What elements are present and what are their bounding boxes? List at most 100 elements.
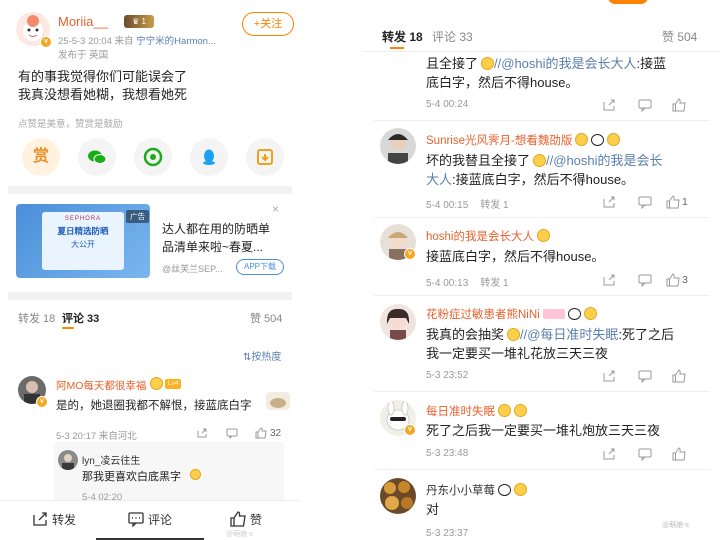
- reward-button[interactable]: 赏: [22, 138, 60, 176]
- wechat-share-icon[interactable]: [78, 138, 116, 176]
- commenter-name[interactable]: 阿MO每天都很幸福: [56, 378, 146, 393]
- section-divider: [8, 292, 292, 300]
- like-count: 32: [270, 428, 282, 439]
- reply-name[interactable]: lyn_凌云往生: [82, 452, 140, 467]
- emoji-icon: [498, 404, 511, 417]
- verified-badge-icon: v: [40, 36, 52, 48]
- like-icon[interactable]: [666, 195, 680, 209]
- sort-button[interactable]: ⇅按热度: [243, 348, 281, 363]
- emoji-icon: [537, 229, 550, 242]
- repost-text-line-1: 我真的会抽奖 //@每日准时失眠:死了之后: [426, 325, 674, 344]
- repost-count[interactable]: 转发 1: [480, 278, 508, 289]
- ad-image-title: 夏日精选防晒: [57, 226, 109, 236]
- published-from: 发布于 英国: [58, 50, 109, 61]
- reposter-name[interactable]: Sunrise光风霁月-想看魏劭版: [426, 132, 621, 148]
- share-icon[interactable]: [602, 98, 616, 112]
- repost-text-line-2: 我一定要买一堆礼花放三天三夜: [426, 346, 609, 361]
- emoji-icon: [533, 154, 547, 167]
- mention-link[interactable]: //@每日准时失眠: [520, 327, 618, 342]
- tab-like[interactable]: 赞 504: [250, 310, 282, 326]
- reposter-name[interactable]: 丹东小小草莓: [426, 482, 527, 498]
- share-icon[interactable]: [602, 369, 616, 383]
- share-icon[interactable]: [602, 195, 616, 209]
- panda-icon: [567, 308, 581, 320]
- ad-brand: SEPHORA: [64, 216, 102, 222]
- share-icon[interactable]: [602, 273, 616, 287]
- author-name[interactable]: Moriia__: [58, 14, 108, 29]
- active-tab-indicator: [390, 47, 404, 49]
- comment-icon[interactable]: [638, 195, 652, 209]
- reward-row: 赏: [22, 138, 284, 178]
- like-count: 3: [682, 274, 688, 286]
- like-button[interactable]: 赞: [230, 511, 262, 528]
- reposter-name-text: 花粉症过敏患者熊NiNi: [426, 309, 540, 321]
- comment-button[interactable]: 评论: [128, 511, 172, 528]
- reposter-avatar[interactable]: [380, 128, 416, 164]
- ad-title[interactable]: 达人都在用的防晒单品清单来啦~春夏...: [162, 220, 280, 256]
- repost-text: 接蓝底白字，然后不得house。: [426, 249, 605, 264]
- comment-icon[interactable]: [226, 427, 238, 439]
- watermark: @萌娘-s: [226, 531, 253, 538]
- post-meta: 25-5-3 20:04 来自 宁宁米的Harmon...: [58, 33, 216, 47]
- comment-icon[interactable]: [638, 369, 652, 383]
- reposter-avatar[interactable]: [380, 304, 416, 340]
- mention-link[interactable]: @hoshi的我是会长大人: [501, 56, 636, 71]
- save-image-icon[interactable]: [246, 138, 284, 176]
- emoji-icon: [507, 328, 521, 341]
- reply-avatar[interactable]: [58, 450, 78, 470]
- reposter-name-text: 每日准时失眠: [426, 406, 495, 418]
- tab-repost[interactable]: 转发 18: [382, 28, 423, 45]
- follow-button[interactable]: +关注: [242, 12, 294, 36]
- qq-share-icon[interactable]: [190, 138, 228, 176]
- app-download-button[interactable]: APP下载: [236, 259, 284, 275]
- like-icon[interactable]: [672, 98, 686, 112]
- moments-share-icon[interactable]: [134, 138, 172, 176]
- tab-comment[interactable]: 评论 33: [62, 310, 99, 326]
- repost-count[interactable]: 转发 1: [480, 200, 508, 211]
- reposter-name-text: hoshi的我是会长大人: [426, 231, 534, 243]
- share-icon[interactable]: [602, 447, 616, 461]
- repost-text: 且全接了: [426, 56, 479, 71]
- section-divider: [8, 186, 292, 194]
- repost-text: :接蓝: [636, 56, 667, 71]
- level-badge: Lv4: [165, 379, 182, 389]
- reposter-name[interactable]: hoshi的我是会长大人: [426, 228, 550, 244]
- ad-card[interactable]: SEPHORA 夏日精选防晒 大公开 广告 达人都在用的防晒单品清单来啦~春夏.…: [14, 200, 290, 282]
- tab-like[interactable]: 赞 504: [662, 28, 697, 45]
- repost-button[interactable]: 转发: [32, 511, 76, 528]
- comment-icon[interactable]: [638, 447, 652, 461]
- emoji-icon: [575, 133, 589, 146]
- like-icon[interactable]: [255, 427, 267, 439]
- close-icon[interactable]: ×: [272, 202, 279, 216]
- mention-link[interactable]: 大人: [426, 172, 452, 187]
- repost-text: 对: [426, 502, 440, 517]
- comment-icon[interactable]: [638, 98, 652, 112]
- reply-text: 那我更喜欢白底黑字: [82, 471, 181, 483]
- reposter-avatar[interactable]: [380, 478, 416, 514]
- row-divider: [374, 217, 710, 218]
- reposter-name[interactable]: 花粉症过敏患者熊NiNi: [426, 306, 597, 322]
- tab-repost[interactable]: 转发 18: [18, 310, 55, 326]
- like-icon[interactable]: [666, 273, 680, 287]
- comment-icon[interactable]: [638, 273, 652, 287]
- verified-badge-icon: v: [36, 396, 48, 408]
- ad-image[interactable]: SEPHORA 夏日精选防晒 大公开 广告: [16, 204, 150, 278]
- tab-comment[interactable]: 评论 33: [432, 28, 473, 45]
- comment-meta: 5-3 20:17 来自河北: [56, 431, 137, 442]
- repost-text: 死了之后我一定要买一堆礼炮放三天三夜: [426, 423, 661, 438]
- like-icon[interactable]: [672, 369, 686, 383]
- member-crown-icon: ♛ 1: [124, 15, 154, 28]
- emoji-icon: [150, 377, 163, 390]
- like-icon[interactable]: [672, 447, 686, 461]
- mention-link[interactable]: @hoshi的我是会长: [553, 153, 662, 168]
- source-link[interactable]: 宁宁米的Harmon...: [136, 36, 216, 47]
- repost-meta: 5-4 00:24: [426, 99, 469, 110]
- repost-meta: 5-4 00:13 转发 1: [426, 274, 509, 289]
- share-icon[interactable]: [196, 427, 208, 439]
- repost-meta: 5-3 23:52: [426, 370, 469, 381]
- repost-meta: 5-3 23:48: [426, 448, 469, 459]
- reposter-name[interactable]: 每日准时失眠: [426, 403, 527, 419]
- pink-badge-icon: [542, 309, 565, 319]
- emoji-icon: [607, 133, 621, 146]
- repost-meta: 5-4 00:15 转发 1: [426, 196, 509, 211]
